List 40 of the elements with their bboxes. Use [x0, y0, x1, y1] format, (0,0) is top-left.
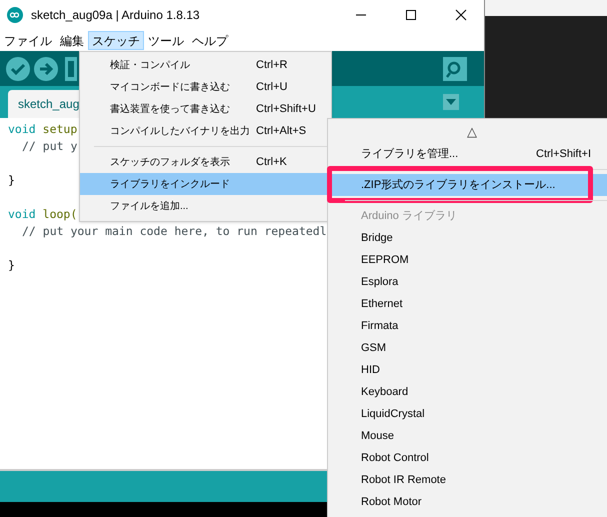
menu-item[interactable]: Bridge — [328, 227, 607, 249]
menu-item[interactable]: Robot Motor — [328, 491, 607, 513]
menu-item[interactable]: 検証・コンパイル Ctrl+R — [80, 54, 331, 76]
code-line: } — [8, 172, 15, 189]
menu-item[interactable]: Esplora — [328, 271, 607, 293]
menu-item[interactable]: GSM — [328, 337, 607, 359]
serial-monitor-icon[interactable] — [443, 56, 467, 80]
upload-icon[interactable] — [33, 56, 59, 82]
menu-item[interactable]: EEPROM — [328, 249, 607, 271]
menu-bar-item[interactable]: ツール — [144, 31, 188, 50]
menu-item[interactable]: Firmata — [328, 315, 607, 337]
menu-bar-item[interactable]: 編集 — [56, 31, 88, 50]
menu-item[interactable]: ライブラリを管理... Ctrl+Shift+I — [328, 143, 607, 165]
close-icon[interactable] — [455, 9, 467, 21]
menu-section-header: Arduino ライブラリ — [361, 208, 457, 224]
menu-item[interactable]: Keyboard — [328, 381, 607, 403]
code-comment: // put y — [22, 138, 78, 155]
menu-item[interactable]: コンパイルしたバイナリを出力 Ctrl+Alt+S — [80, 120, 331, 142]
menu-item[interactable]: Robot Control — [328, 447, 607, 469]
code-line: void setup — [8, 121, 78, 138]
menu-item[interactable]: スケッチのフォルダを表示 Ctrl+K — [80, 151, 331, 173]
menu-item[interactable]: LiquidCrystal — [328, 403, 607, 425]
menu-item[interactable]: Ethernet — [328, 293, 607, 315]
tab-menu-caret-icon[interactable] — [443, 94, 459, 110]
verify-icon[interactable] — [5, 56, 31, 82]
menu-item[interactable]: Robot IR Remote — [328, 469, 607, 491]
app-logo-icon — [7, 7, 23, 23]
new-file-icon[interactable] — [65, 56, 77, 80]
menu-item[interactable]: ファイルを追加... — [80, 195, 331, 217]
menu-item[interactable]: HID — [328, 359, 607, 381]
scroll-up-arrow[interactable]: △ — [467, 122, 477, 142]
menu-bar-item[interactable]: ヘルプ — [188, 31, 232, 50]
code-line: void loop( — [8, 206, 78, 223]
maximize-icon[interactable] — [405, 9, 417, 21]
code-line: } — [8, 257, 15, 274]
menu-item[interactable]: Mouse — [328, 425, 607, 447]
menu-bar-item[interactable]: スケッチ — [88, 31, 144, 50]
menu-bar-item[interactable]: ファイル — [0, 31, 56, 50]
window-title: sketch_aug09a | Arduino 1.8.13 — [31, 7, 200, 24]
code-comment: // put your main code here, to run repeatedl — [22, 223, 327, 240]
